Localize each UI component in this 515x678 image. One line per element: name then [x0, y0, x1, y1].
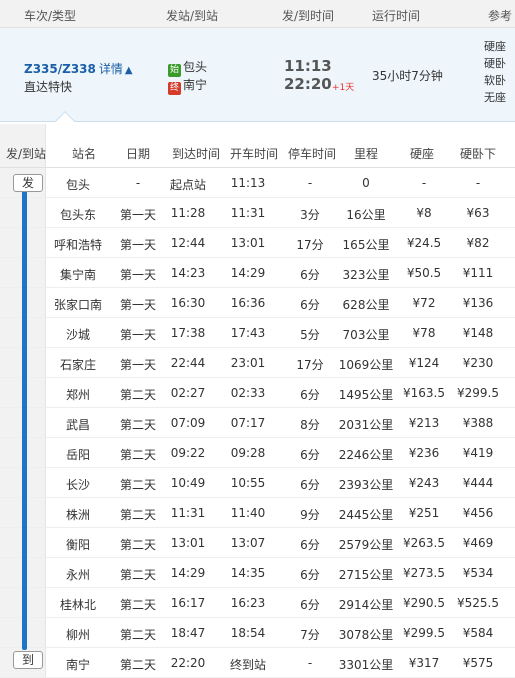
plus-day-badge: +1天 — [332, 83, 355, 93]
chevron-up-icon[interactable]: ▲ — [125, 65, 133, 76]
start-station-line: 始包头 — [168, 58, 207, 77]
end-station: 南宁 — [183, 78, 208, 92]
header-train: 车次/类型 — [24, 9, 77, 23]
table-row: 桂林北 第二天 16:17 16:23 6分 2914公里 ¥290.5 ¥525.5 — [0, 588, 515, 618]
hard-sleeper-lower-price: ¥111 — [462, 266, 494, 280]
table-row: 包头 - 起点站 11:13-0- - — [0, 168, 515, 198]
fare-type-item[interactable]: 软卧 — [484, 72, 515, 89]
train-type: 直达特快 — [24, 80, 73, 94]
route-track-line — [22, 190, 27, 650]
table-row: 南宁 第二天 22:20 终到站 -3301公里 ¥317 ¥575 — [0, 648, 515, 678]
stop-table-header: 发/到站 站名 日期 到达时间 开车时间 停车时间 里程 硬座 硬卧下 — [0, 138, 515, 168]
hard-sleeper-lower-price: ¥469 — [462, 536, 494, 550]
hard-sleeper-lower-price: ¥456 — [462, 506, 494, 520]
run-duration: 35小时7分钟 — [372, 69, 443, 83]
train-summary: Z335/Z338 详情 ▲ 直达特快 始包头 终南宁 11:13 22:20 +1… — [0, 28, 515, 122]
arrival-time: 22:20 — [284, 75, 332, 93]
hard-sleeper-lower-price: ¥388 — [462, 416, 494, 430]
hard-sleeper-lower-price: ¥419 — [462, 446, 494, 460]
hard-sleeper-lower-price: ¥299.5 — [457, 386, 499, 400]
fare-type-item[interactable]: 无座 — [484, 89, 515, 106]
th-stop: 停车时间 — [288, 147, 337, 161]
table-row: 包头东 第一天 11:28 11:31 3分 16公里 ¥8 ¥63 — [0, 198, 515, 228]
hard-sleeper-lower-price: ¥525.5 — [457, 596, 499, 610]
table-row: 岳阳 第二天 09:22 09:28 6分 2246公里 ¥236 ¥419 — [0, 438, 515, 468]
table-row: 永州 第二天 14:29 14:35 6分 2715公里 ¥273.5 ¥534 — [0, 558, 515, 588]
hard-sleeper-lower-price: ¥63 — [466, 206, 490, 220]
table-row: 郑州 第二天 02:27 02:33 6分 1495公里 ¥163.5 ¥299.5 — [0, 378, 515, 408]
start-station: 包头 — [183, 60, 208, 74]
th-dep-arr: 发/到站 — [6, 147, 47, 161]
end-station-line: 终南宁 — [168, 76, 207, 95]
departure-time: 11:13 — [284, 57, 332, 75]
hard-sleeper-lower-price: ¥584 — [462, 626, 494, 640]
column-header-bar: 车次/类型 发站/到站 发/到时间 运行时间 参考 — [0, 0, 515, 28]
hard-sleeper-lower-price: ¥444 — [462, 476, 494, 490]
fare-type-list: 硬座 硬卧 软卧 无座 — [484, 38, 515, 106]
table-row: 沙城 第一天 17:38 17:43 5分 703公里 ¥78 ¥148 — [0, 318, 515, 348]
header-ref: 参考 — [488, 9, 513, 23]
train-code-link[interactable]: Z335/Z338 详情 ▲ — [24, 60, 133, 77]
detail-toggle[interactable]: 详情 — [99, 62, 123, 76]
hard-sleeper-lower-price: ¥534 — [462, 566, 494, 580]
train-code[interactable]: Z335/Z338 — [24, 62, 96, 76]
th-hard-sleeper-lower: 硬卧下 — [460, 147, 497, 161]
table-row: 柳州 第二天 18:47 18:54 7分 3078公里 ¥299.5 ¥584 — [0, 618, 515, 648]
fare-type-item[interactable]: 硬卧 — [484, 55, 515, 72]
th-distance: 里程 — [354, 147, 379, 161]
end-station-badge: 终 — [168, 82, 181, 95]
hard-sleeper-lower-price: - — [475, 176, 481, 190]
hard-sleeper-lower-price: ¥82 — [466, 236, 490, 250]
header-times: 发/到时间 — [282, 9, 335, 23]
table-row: 武昌 第二天 07:09 07:17 8分 2031公里 ¥213 ¥388 — [0, 408, 515, 438]
table-row: 张家口南 第一天 16:30 16:36 6分 628公里 ¥72 ¥136 — [0, 288, 515, 318]
table-row: 集宁南 第一天 14:23 14:29 6分 323公里 ¥50.5 ¥111 — [0, 258, 515, 288]
table-row: 衡阳 第二天 13:01 13:07 6分 2579公里 ¥263.5 ¥469 — [0, 528, 515, 558]
hard-sleeper-lower-price: ¥230 — [462, 356, 494, 370]
arrival-tag: 到 — [13, 651, 43, 669]
hard-sleeper-lower-price: ¥148 — [462, 326, 494, 340]
departure-tag: 发 — [13, 174, 43, 192]
table-row: 长沙 第二天 10:49 10:55 6分 2393公里 ¥243 ¥444 — [0, 468, 515, 498]
th-station: 站名 — [72, 147, 97, 161]
th-date: 日期 — [126, 147, 151, 161]
hard-sleeper-lower-price: ¥136 — [462, 296, 494, 310]
fare-type-item[interactable]: 硬座 — [484, 38, 515, 55]
table-row: 石家庄 第一天 22:44 23:01 17分 1069公里 ¥124 ¥230 — [0, 348, 515, 378]
th-arrive: 到达时间 — [172, 147, 221, 161]
table-row: 呼和浩特 第一天 12:44 13:01 17分 165公里 ¥24.5 ¥82 — [0, 228, 515, 258]
table-row: 株洲 第二天 11:31 11:40 9分 2445公里 ¥251 ¥456 — [0, 498, 515, 528]
th-hard-seat: 硬座 — [410, 147, 435, 161]
header-duration: 运行时间 — [372, 9, 421, 23]
th-depart: 开车时间 — [230, 147, 279, 161]
header-from-to: 发站/到站 — [166, 9, 219, 23]
hard-sleeper-lower-price: ¥575 — [462, 656, 494, 670]
